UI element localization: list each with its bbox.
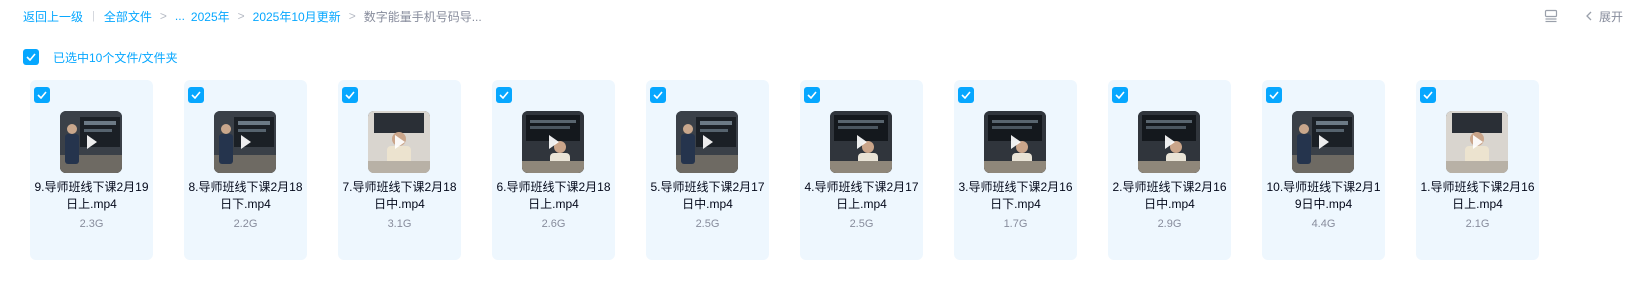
- view-controls: 展开: [1543, 6, 1623, 26]
- expand-label: 展开: [1598, 9, 1623, 24]
- file-card[interactable]: 4.导师班线下课2月17日上.mp4 2.5G: [800, 80, 923, 260]
- checkmark-icon: [191, 91, 201, 99]
- breadcrumb-current: 数字能量手机号码导...: [363, 9, 482, 24]
- file-size: 2.1G: [1465, 218, 1490, 230]
- file-size: 2.9G: [1157, 218, 1182, 230]
- play-icon[interactable]: [1467, 132, 1487, 152]
- play-icon[interactable]: [81, 132, 101, 152]
- video-thumbnail[interactable]: [214, 111, 276, 173]
- breadcrumb-separator-icon: >: [237, 9, 245, 23]
- video-thumbnail[interactable]: [1292, 111, 1354, 173]
- breadcrumb-month[interactable]: 2025年10月更新: [253, 8, 341, 25]
- file-size: 3.1G: [387, 218, 412, 230]
- back-link[interactable]: 返回上一级: [23, 8, 83, 25]
- checkmark-icon: [37, 91, 47, 99]
- file-size: 2.2G: [233, 218, 258, 230]
- file-checkbox[interactable]: [34, 87, 50, 103]
- file-size: 4.4G: [1311, 218, 1336, 230]
- checkmark-icon: [26, 53, 36, 61]
- checkmark-icon: [807, 91, 817, 99]
- file-name[interactable]: 9.导师班线下课2月19日上.mp4: [34, 179, 149, 213]
- file-checkbox[interactable]: [1112, 87, 1128, 103]
- play-icon[interactable]: [1159, 132, 1179, 152]
- file-card[interactable]: 8.导师班线下课2月18日下.mp4 2.2G: [184, 80, 307, 260]
- play-icon[interactable]: [235, 132, 255, 152]
- play-icon[interactable]: [1005, 132, 1025, 152]
- file-card[interactable]: 1.导师班线下课2月16日上.mp4 2.1G: [1416, 80, 1539, 260]
- breadcrumb: 返回上一级 | 全部文件 > ... 2025年 > 2025年10月更新 > …: [23, 7, 482, 25]
- play-icon[interactable]: [389, 132, 409, 152]
- play-icon[interactable]: [851, 132, 871, 152]
- file-checkbox[interactable]: [188, 87, 204, 103]
- file-size: 2.5G: [695, 218, 720, 230]
- file-checkbox[interactable]: [342, 87, 358, 103]
- checkmark-icon: [653, 91, 663, 99]
- checkmark-icon: [1269, 91, 1279, 99]
- video-thumbnail[interactable]: [676, 111, 738, 173]
- file-card[interactable]: 5.导师班线下课2月17日中.mp4 2.5G: [646, 80, 769, 260]
- breadcrumb-all-files[interactable]: 全部文件: [104, 8, 152, 25]
- file-name[interactable]: 6.导师班线下课2月18日上.mp4: [496, 179, 611, 213]
- file-name[interactable]: 4.导师班线下课2月17日上.mp4: [804, 179, 919, 213]
- file-size: 2.3G: [79, 218, 104, 230]
- play-icon[interactable]: [697, 132, 717, 152]
- play-icon[interactable]: [543, 132, 563, 152]
- select-all-checkbox[interactable]: [23, 49, 39, 65]
- file-name[interactable]: 1.导师班线下课2月16日上.mp4: [1420, 179, 1535, 213]
- file-checkbox[interactable]: [958, 87, 974, 103]
- file-name[interactable]: 3.导师班线下课2月16日下.mp4: [958, 179, 1073, 213]
- file-size: 2.6G: [541, 218, 566, 230]
- file-checkbox[interactable]: [1420, 87, 1436, 103]
- checkmark-icon: [961, 91, 971, 99]
- checkmark-icon: [1423, 91, 1433, 99]
- file-checkbox[interactable]: [496, 87, 512, 103]
- checkmark-icon: [345, 91, 355, 99]
- file-checkbox[interactable]: [650, 87, 666, 103]
- play-icon[interactable]: [1313, 132, 1333, 152]
- video-thumbnail[interactable]: [368, 111, 430, 173]
- expand-button[interactable]: 展开: [1585, 8, 1623, 25]
- breadcrumb-separator-icon: >: [159, 9, 167, 23]
- file-card[interactable]: 3.导师班线下课2月16日下.mp4 1.7G: [954, 80, 1077, 260]
- file-size: 2.5G: [849, 218, 874, 230]
- video-thumbnail[interactable]: [60, 111, 122, 173]
- file-name[interactable]: 10.导师班线下课2月19日中.mp4: [1266, 179, 1381, 213]
- file-card[interactable]: 10.导师班线下课2月19日中.mp4 4.4G: [1262, 80, 1385, 260]
- breadcrumb-ellipsis[interactable]: ...: [175, 9, 185, 23]
- file-name[interactable]: 8.导师班线下课2月18日下.mp4: [188, 179, 303, 213]
- breadcrumb-divider: |: [92, 10, 95, 22]
- video-thumbnail[interactable]: [830, 111, 892, 173]
- video-thumbnail[interactable]: [1138, 111, 1200, 173]
- file-checkbox[interactable]: [804, 87, 820, 103]
- video-thumbnail[interactable]: [522, 111, 584, 173]
- file-name[interactable]: 2.导师班线下课2月16日中.mp4: [1112, 179, 1227, 213]
- file-checkbox[interactable]: [1266, 87, 1282, 103]
- video-thumbnail[interactable]: [984, 111, 1046, 173]
- file-grid: 9.导师班线下课2月19日上.mp4 2.3G 8.导师班线下课2月18日下.mp4…: [30, 80, 1539, 260]
- file-card[interactable]: 9.导师班线下课2月19日上.mp4 2.3G: [30, 80, 153, 260]
- chevron-left-icon: [1585, 11, 1593, 21]
- list-view-icon[interactable]: [1543, 8, 1559, 24]
- selection-bar: 已选中10个文件/文件夹: [23, 48, 178, 66]
- file-card[interactable]: 2.导师班线下课2月16日中.mp4 2.9G: [1108, 80, 1231, 260]
- file-size: 1.7G: [1003, 218, 1028, 230]
- file-card[interactable]: 7.导师班线下课2月18日中.mp4 3.1G: [338, 80, 461, 260]
- file-name[interactable]: 7.导师班线下课2月18日中.mp4: [342, 179, 457, 213]
- checkmark-icon: [1115, 91, 1125, 99]
- breadcrumb-separator-icon: >: [348, 9, 356, 23]
- selection-count-label: 已选中10个文件/文件夹: [53, 50, 178, 65]
- video-thumbnail[interactable]: [1446, 111, 1508, 173]
- file-name[interactable]: 5.导师班线下课2月17日中.mp4: [650, 179, 765, 213]
- breadcrumb-year[interactable]: 2025年: [191, 8, 230, 25]
- file-card[interactable]: 6.导师班线下课2月18日上.mp4 2.6G: [492, 80, 615, 260]
- checkmark-icon: [499, 91, 509, 99]
